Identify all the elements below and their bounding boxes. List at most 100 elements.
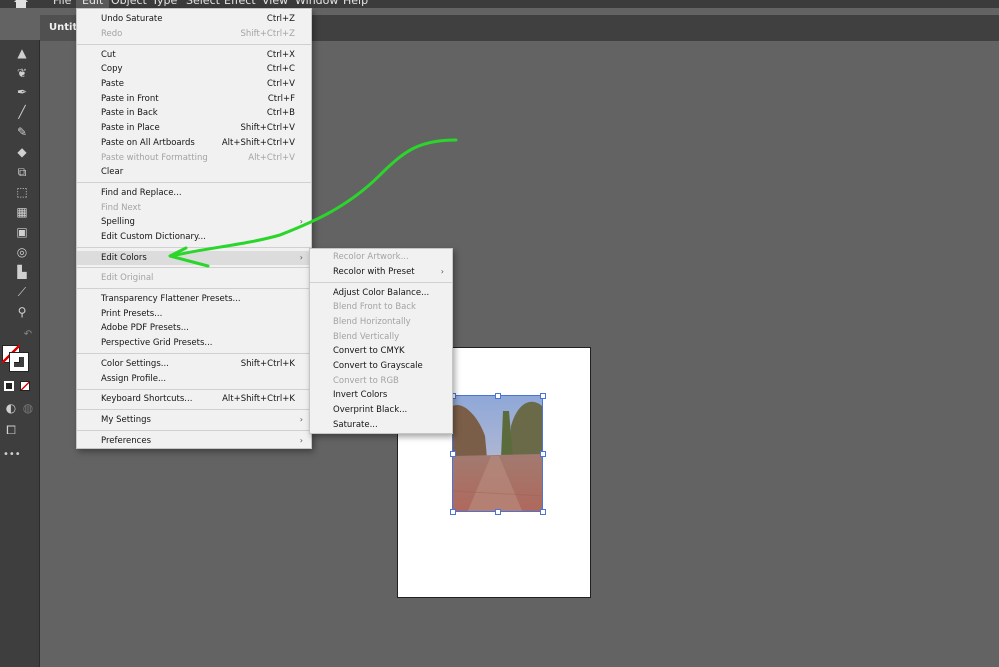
- menu-separator: [77, 247, 311, 248]
- menu-item-blend-horizontally[interactable]: Blend Horizontally: [310, 315, 452, 329]
- perspective-grid-icon[interactable]: ▦: [14, 205, 30, 219]
- menu-item-my-settings[interactable]: My Settings ›: [77, 413, 311, 427]
- menu-item-find-next[interactable]: Find Next: [77, 201, 311, 215]
- zoom-tool-icon[interactable]: ⚲: [14, 305, 30, 319]
- menu-view[interactable]: View: [262, 0, 288, 8]
- menu-object[interactable]: Object: [111, 0, 147, 8]
- menu-effect[interactable]: Effect: [224, 0, 256, 8]
- menu-item-color-settings[interactable]: Color Settings... Shift+Ctrl+K: [77, 357, 311, 371]
- menu-file[interactable]: File: [53, 0, 71, 8]
- menu-item-invert-colors[interactable]: Invert Colors: [310, 388, 452, 402]
- scale-tool-icon[interactable]: ⧉: [14, 165, 30, 179]
- shortcut: Shift+Ctrl+V: [240, 123, 295, 133]
- bounding-handle[interactable]: [540, 451, 546, 457]
- bounding-handle[interactable]: [450, 451, 456, 457]
- shortcut: Ctrl+X: [266, 50, 295, 60]
- menu-item-undo[interactable]: Undo Saturate Ctrl+Z: [77, 12, 311, 26]
- home-icon[interactable]: [12, 0, 30, 8]
- screen-mode-icon[interactable]: ⧠: [3, 423, 19, 437]
- bounding-handle[interactable]: [540, 393, 546, 399]
- menu-item-blend-vertically[interactable]: Blend Vertically: [310, 330, 452, 344]
- menu-type[interactable]: Type: [152, 0, 177, 8]
- selection-tool-icon[interactable]: ▲: [14, 46, 30, 60]
- menu-item-recolor-artwork[interactable]: Recolor Artwork...: [310, 250, 452, 264]
- menu-help[interactable]: Help: [343, 0, 368, 8]
- lasso-tool-icon[interactable]: ❦: [14, 66, 30, 80]
- edit-colors-submenu: Recolor Artwork... Recolor with Preset › …: [309, 248, 453, 434]
- menu-item-paste-in-back[interactable]: Paste in Back Ctrl+B: [77, 106, 311, 120]
- menu-item-paste[interactable]: Paste Ctrl+V: [77, 77, 311, 91]
- shortcut: Ctrl+V: [266, 79, 295, 89]
- menu-item-transparency-flattener[interactable]: Transparency Flattener Presets...: [77, 292, 311, 306]
- shortcut: Alt+Shift+Ctrl+K: [222, 394, 295, 404]
- menu-item-copy[interactable]: Copy Ctrl+C: [77, 62, 311, 76]
- fill-stroke-swatch[interactable]: [2, 345, 29, 372]
- menu-item-clear[interactable]: Clear: [77, 165, 311, 179]
- menu-item-paste-in-front[interactable]: Paste in Front Ctrl+F: [77, 92, 311, 106]
- menu-item-convert-rgb[interactable]: Convert to RGB: [310, 374, 452, 388]
- bounding-handle[interactable]: [540, 509, 546, 515]
- shortcut: Ctrl+F: [267, 94, 295, 104]
- menu-item-spelling[interactable]: Spelling ›: [77, 215, 311, 229]
- menu-item-pdf-presets[interactable]: Adobe PDF Presets...: [77, 321, 311, 335]
- menu-item-edit-dictionary[interactable]: Edit Custom Dictionary...: [77, 230, 311, 244]
- draw-mode-icon[interactable]: ◐: [3, 401, 19, 415]
- menu-item-find-replace[interactable]: Find and Replace...: [77, 186, 311, 200]
- menu-item-assign-profile[interactable]: Assign Profile...: [77, 372, 311, 386]
- menu-item-label: Adobe PDF Presets...: [101, 323, 189, 333]
- menu-item-paste-without-formatting[interactable]: Paste without Formatting Alt+Ctrl+V: [77, 151, 311, 165]
- bounding-handle[interactable]: [495, 393, 501, 399]
- park-alley-image: [453, 396, 542, 511]
- menu-item-label: Recolor with Preset: [333, 267, 415, 277]
- graph-tool-icon[interactable]: ▙: [14, 265, 30, 279]
- swap-colors-icon[interactable]: ↶: [20, 328, 36, 342]
- menu-item-print-presets[interactable]: Print Presets...: [77, 307, 311, 321]
- menu-item-label: Spelling: [101, 217, 135, 227]
- menu-item-keyboard-shortcuts[interactable]: Keyboard Shortcuts... Alt+Shift+Ctrl+K: [77, 392, 311, 406]
- bounding-handle[interactable]: [495, 509, 501, 515]
- menu-item-paste-in-place[interactable]: Paste in Place Shift+Ctrl+V: [77, 121, 311, 135]
- menu-item-label: Assign Profile...: [101, 374, 167, 384]
- menu-item-label: Perspective Grid Presets...: [101, 338, 213, 348]
- shortcut: Ctrl+B: [266, 108, 295, 118]
- chevron-right-icon: ›: [299, 436, 303, 445]
- menu-item-convert-grayscale[interactable]: Convert to Grayscale: [310, 359, 452, 373]
- placed-photo[interactable]: [452, 395, 543, 512]
- menu-separator: [77, 182, 311, 183]
- menu-edit[interactable]: Edit: [76, 0, 110, 8]
- menu-item-label: Edit Colors: [101, 253, 147, 263]
- shortcut: Alt+Ctrl+V: [248, 153, 295, 163]
- menu-item-adjust-color-balance[interactable]: Adjust Color Balance...: [310, 286, 452, 300]
- menu-select[interactable]: Select: [186, 0, 220, 8]
- draw-inside-icon[interactable]: ◍: [20, 401, 36, 415]
- menu-item-recolor-with-preset[interactable]: Recolor with Preset ›: [310, 265, 452, 279]
- menu-item-edit-colors[interactable]: Edit Colors ›: [77, 251, 311, 265]
- menu-item-overprint-black[interactable]: Overprint Black...: [310, 403, 452, 417]
- menu-item-paste-all-artboards[interactable]: Paste on All Artboards Alt+Shift+Ctrl+V: [77, 136, 311, 150]
- blend-tool-icon[interactable]: ◎: [14, 245, 30, 259]
- menu-item-perspective-grid[interactable]: Perspective Grid Presets...: [77, 336, 311, 350]
- bounding-handle[interactable]: [450, 509, 456, 515]
- menu-item-blend-front-to-back[interactable]: Blend Front to Back: [310, 300, 452, 314]
- menu-item-label: Print Presets...: [101, 309, 163, 319]
- more-tools-icon[interactable]: •••: [3, 448, 21, 462]
- menu-separator: [77, 267, 311, 268]
- none-color-icon[interactable]: [20, 381, 30, 391]
- gradient-tool-icon[interactable]: ▣: [14, 225, 30, 239]
- menu-item-label: Clear: [101, 167, 124, 177]
- free-transform-icon[interactable]: ⬚: [14, 185, 30, 199]
- eyedropper-tool-icon[interactable]: ⟋: [14, 285, 30, 299]
- menu-item-redo[interactable]: Redo Shift+Ctrl+Z: [77, 27, 311, 41]
- menu-item-saturate[interactable]: Saturate...: [310, 418, 452, 432]
- eraser-tool-icon[interactable]: ◆: [14, 145, 30, 159]
- menu-window[interactable]: Window: [295, 0, 338, 8]
- menu-item-preferences[interactable]: Preferences ›: [77, 434, 311, 448]
- pencil-tool-icon[interactable]: ✎: [14, 125, 30, 139]
- pen-tool-icon[interactable]: ✒: [14, 85, 30, 99]
- line-tool-icon[interactable]: ╱: [14, 105, 30, 119]
- menu-item-cut[interactable]: Cut Ctrl+X: [77, 48, 311, 62]
- menu-item-convert-cmyk[interactable]: Convert to CMYK: [310, 344, 452, 358]
- menu-item-edit-original[interactable]: Edit Original: [77, 271, 311, 285]
- default-colors-icon[interactable]: [4, 381, 14, 391]
- menu-item-label: Paste in Back: [101, 108, 158, 118]
